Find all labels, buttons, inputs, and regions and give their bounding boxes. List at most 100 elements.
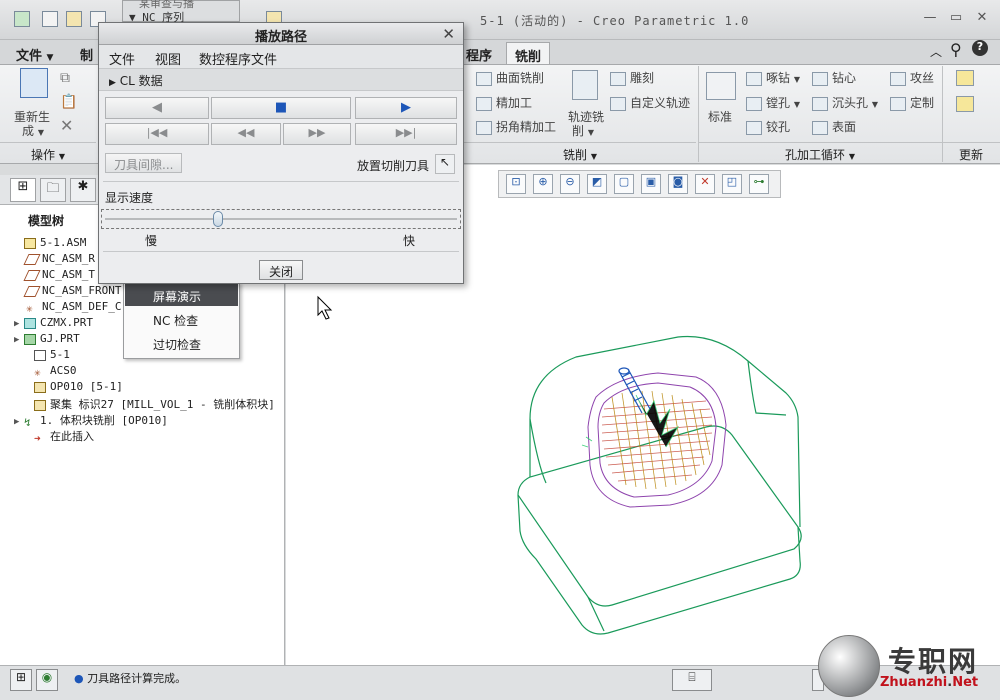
datum-plane-icon: [23, 253, 41, 265]
go-to-end-button[interactable]: ▶▶|: [355, 123, 457, 145]
tab-manufacture[interactable]: 制: [72, 42, 101, 64]
tree-item[interactable]: ▶ CZMX.PRT: [14, 316, 93, 332]
find-icon[interactable]: ⌸: [672, 669, 712, 691]
custom-cycle-icon: [890, 96, 906, 111]
paste-icon[interactable]: 📋: [60, 94, 77, 110]
tree-item[interactable]: NC_ASM_R: [23, 252, 95, 268]
toolpath: [581, 390, 713, 490]
minimize-icon[interactable]: —: [920, 10, 940, 28]
copy-icon[interactable]: ⧉: [60, 70, 70, 86]
tab-programs[interactable]: 程序: [458, 42, 500, 64]
dialog-menu-file[interactable]: 文件: [109, 49, 135, 68]
standard-drill-label[interactable]: 标准: [708, 108, 732, 125]
go-to-start-button[interactable]: |◀◀: [105, 123, 209, 145]
show-navigator-icon[interactable]: ⊞: [10, 669, 32, 691]
face-button[interactable]: 表面: [812, 118, 856, 135]
part-outline: [517, 335, 802, 635]
volume-icon: [34, 399, 46, 411]
search-icon[interactable]: ⚲: [950, 40, 962, 59]
place-cutter-pick-icon[interactable]: ↖: [435, 154, 455, 174]
update-icon[interactable]: [956, 70, 974, 86]
group-update[interactable]: 更新: [942, 142, 1000, 162]
dialog-menu-view[interactable]: 视图: [155, 49, 181, 68]
tree-item[interactable]: ✳ ACS0: [34, 364, 77, 380]
ream-button[interactable]: 铰孔: [746, 118, 790, 135]
model-tree-tab-icon[interactable]: ⊞: [10, 178, 36, 202]
tree-item[interactable]: OP010 [5-1]: [34, 380, 123, 396]
display-speed-label: 显示速度: [105, 191, 154, 205]
open-file-icon[interactable]: [66, 11, 82, 27]
expand-arrow-icon[interactable]: ▶: [14, 319, 24, 329]
play-forward-button[interactable]: ▶: [355, 97, 457, 119]
maximize-icon[interactable]: ▭: [946, 10, 966, 28]
folder-browser-tab-icon[interactable]: 🗀: [40, 178, 66, 202]
favorites-tab-icon[interactable]: ✱: [70, 178, 96, 202]
regenerate-icon[interactable]: [20, 68, 48, 98]
expand-arrow-icon[interactable]: ▶: [14, 417, 24, 427]
delete-icon[interactable]: ✕: [60, 116, 73, 135]
counterbore-icon: [812, 96, 828, 111]
cl-data-toggle[interactable]: ▶ CL 数据: [99, 69, 463, 91]
speed-slow-label: 慢: [145, 234, 158, 248]
tool-clearance-button[interactable]: 刀具间隙...: [105, 153, 183, 173]
mouse-cursor-icon: [317, 295, 333, 320]
engrave-icon: [610, 71, 626, 86]
finishing-button[interactable]: 精加工: [476, 94, 532, 111]
speed-slider-thumb[interactable]: [212, 211, 223, 227]
standard-drill-icon[interactable]: [706, 72, 736, 100]
face-icon: [812, 120, 828, 135]
tab-milling[interactable]: 铣削: [506, 42, 551, 65]
expand-arrow-icon[interactable]: ▶: [14, 335, 24, 345]
corner-finishing-button[interactable]: 拐角精加工: [476, 118, 556, 135]
dialog-menu-nc-file[interactable]: 数控程序文件: [199, 49, 277, 68]
help-icon[interactable]: ?: [972, 40, 988, 56]
menu-item-gouge-check[interactable]: 过切检查: [125, 332, 238, 354]
group-operations[interactable]: 操作 ▼: [0, 142, 96, 162]
surface-milling-button[interactable]: 曲面铣削: [476, 69, 544, 86]
rewind-button[interactable]: ◀◀: [211, 123, 281, 145]
group-milling[interactable]: 铣削 ▼: [464, 142, 696, 162]
close-window-icon[interactable]: ✕: [972, 10, 992, 28]
new-file-icon[interactable]: [42, 11, 58, 27]
operation-icon: [34, 381, 46, 393]
play-backward-button[interactable]: ◀: [105, 97, 209, 119]
bore-button[interactable]: 镗孔 ▼: [746, 94, 800, 111]
stop-button[interactable]: ■: [211, 97, 351, 119]
tree-item[interactable]: 5-1.ASM: [14, 236, 86, 252]
center-drill-button[interactable]: 钻心: [812, 69, 856, 86]
menu-item-screen-demo[interactable]: 屏幕演示: [125, 284, 238, 306]
tree-item[interactable]: ➜ 在此插入: [34, 428, 94, 445]
dialog-close-icon[interactable]: ✕: [442, 25, 455, 43]
tree-item[interactable]: ▶ GJ.PRT: [14, 332, 80, 348]
center-drill-icon: [812, 71, 828, 86]
custom-cycle-button[interactable]: 定制: [890, 94, 934, 111]
tree-item[interactable]: 5-1: [34, 348, 70, 364]
tree-item[interactable]: NC_ASM_T: [23, 268, 95, 284]
window-title: 5-1 (活动的) - Creo Parametric 1.0: [480, 14, 750, 28]
custom-trajectory-button[interactable]: 自定义轨迹: [610, 94, 690, 111]
close-button[interactable]: 关闭: [259, 260, 303, 280]
speed-fast-label: 快: [403, 234, 416, 248]
corner-finishing-icon: [476, 120, 492, 135]
datum-plane-icon: [23, 285, 41, 297]
tree-item[interactable]: ✳ NC_ASM_DEF_C: [26, 300, 121, 316]
tree-item[interactable]: 聚集 标识27 [MILL_VOL_1 - 铣削体积块]: [34, 396, 275, 412]
context-menu: 屏幕演示 NC 检查 过切检查: [123, 282, 240, 359]
counterbore-button[interactable]: 沉头孔 ▼: [812, 94, 878, 111]
dialog-title: 播放路径: [99, 23, 463, 45]
group-hole-cycles[interactable]: 孔加工循环 ▼: [698, 142, 942, 162]
tap-button[interactable]: 攻丝: [890, 69, 934, 86]
update-tool-icon[interactable]: [956, 96, 974, 112]
tree-item[interactable]: NC_ASM_FRONT: [23, 284, 121, 300]
tree-item[interactable]: ▶ ↯ 1. 体积块铣削 [OP010]: [14, 412, 168, 429]
fast-forward-button[interactable]: ▶▶: [283, 123, 351, 145]
dialog-divider-2: [103, 251, 459, 252]
menu-item-nc-check[interactable]: NC 检查: [125, 308, 238, 330]
browser-toggle-icon[interactable]: ◉: [36, 669, 58, 691]
collapse-ribbon-icon[interactable]: ︿: [930, 43, 942, 60]
trajectory-milling-icon[interactable]: [572, 70, 598, 100]
peck-drill-button[interactable]: 啄钻 ▼: [746, 69, 800, 86]
status-message: ● 刀具路径计算完成。: [74, 672, 187, 685]
engrave-button[interactable]: 雕刻: [610, 69, 654, 86]
tab-file[interactable]: 文件 ▼: [8, 42, 61, 64]
